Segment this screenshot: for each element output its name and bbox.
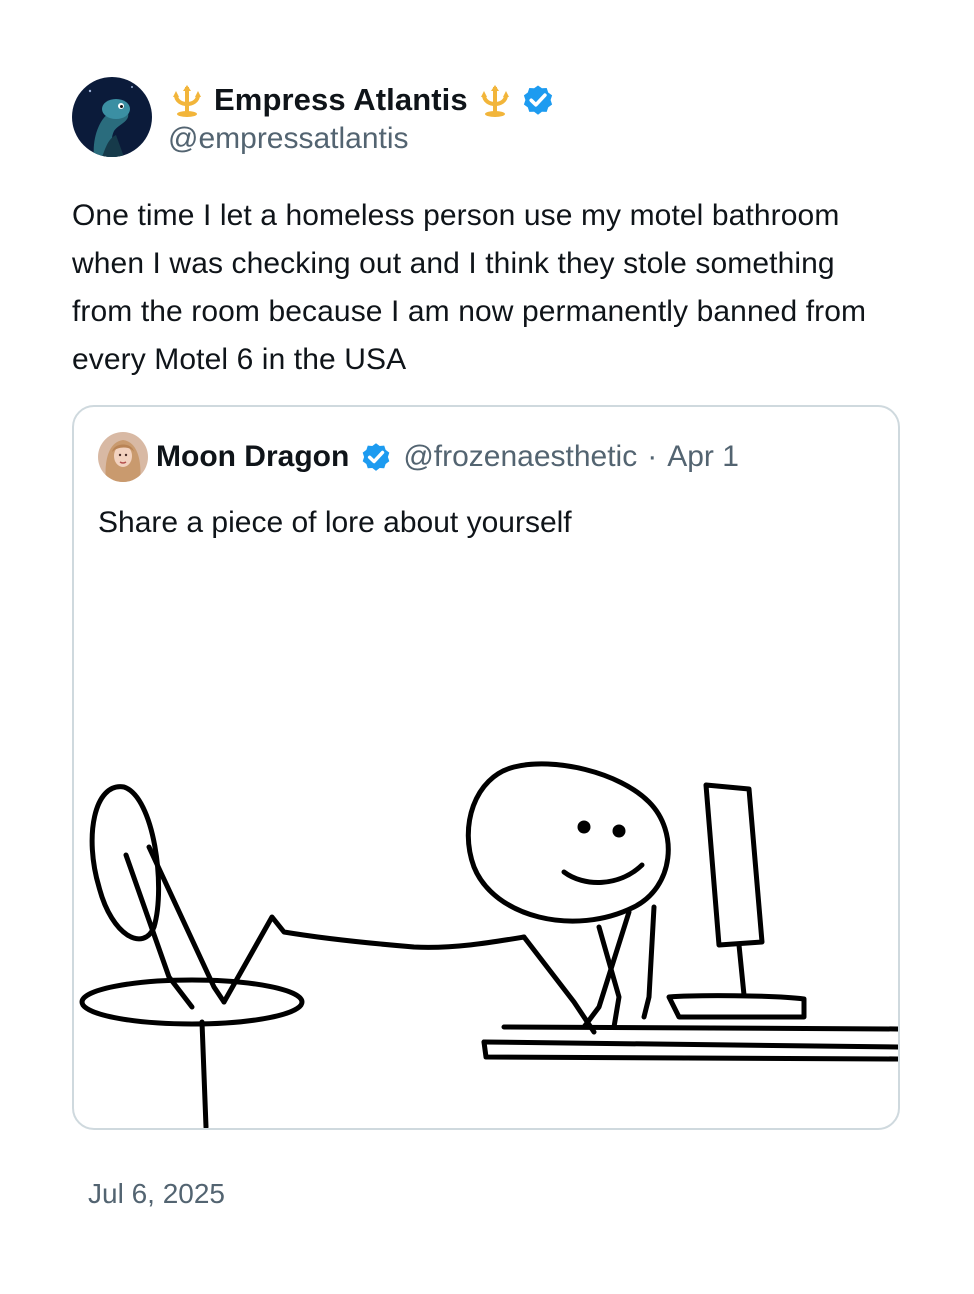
quoted-tweet-card[interactable]: Moon Dragon @frozenaesthetic · Apr 1 Sha… [72,405,900,1130]
author-names: Empress Atlantis @empressatlantis [168,78,556,156]
tweet-header: Empress Atlantis @empressatlantis [72,76,902,158]
name-row: Empress Atlantis [168,78,556,122]
quoted-tweet-header: Moon Dragon @frozenaesthetic · Apr 1 [98,431,739,483]
verified-badge-icon [359,440,393,474]
author-display-name[interactable]: Empress Atlantis [214,82,468,118]
tweet-timestamp[interactable]: Jul 6, 2025 [88,1178,225,1210]
trident-emblem-icon [168,81,206,119]
author-avatar[interactable] [72,77,152,157]
quoted-author-handle[interactable]: @frozenaesthetic [403,440,637,474]
quoted-tweet-text: Share a piece of lore about yourself [98,506,572,539]
stick-figure-drawing-icon [79,761,898,1128]
meta-separator: · [647,440,658,473]
quoted-author-avatar[interactable] [98,432,148,482]
author-handle[interactable]: @empressatlantis [168,122,556,156]
quoted-tweet-date[interactable]: Apr 1 [667,440,739,474]
trident-emblem-icon [476,81,514,119]
quoted-author-display-name[interactable]: Moon Dragon [156,440,349,474]
verified-badge-icon [520,82,556,118]
main-tweet: Empress Atlantis @empressatlantis One ti… [72,76,902,384]
tweet-text: One time I let a homeless person use my … [72,199,867,376]
quoted-tweet-image[interactable] [74,737,898,1128]
